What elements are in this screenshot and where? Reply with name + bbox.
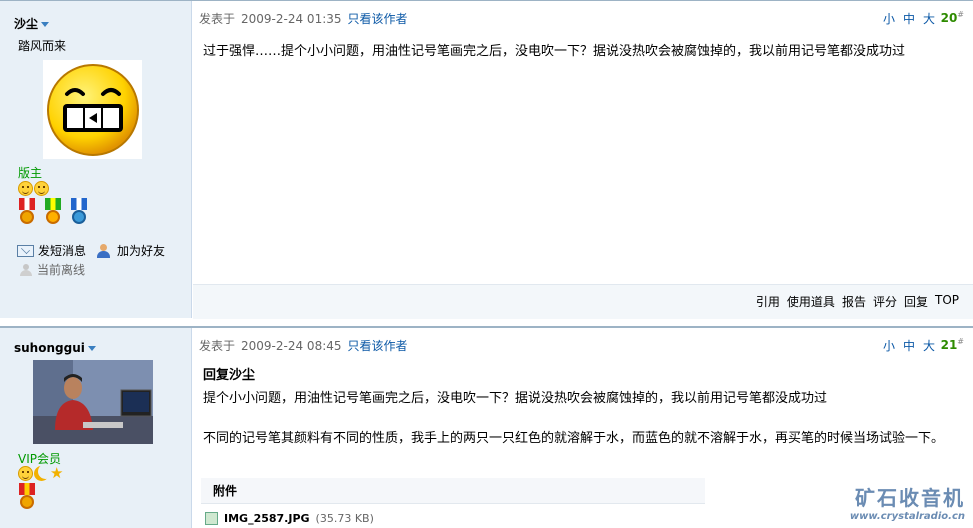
medals	[17, 483, 37, 513]
use-tool-link[interactable]: 使用道具	[787, 293, 835, 310]
quote-link[interactable]: 引用	[756, 293, 780, 310]
author-name[interactable]: 沙尘	[14, 15, 50, 32]
mail-icon	[17, 244, 34, 257]
attachment-name[interactable]: IMG_2587.JPG	[224, 512, 310, 525]
post-21: suhonggui VIP会员 ★ 发表于 2009-2-24 08:45 只看…	[0, 326, 973, 528]
post-content: 过于强悍……提个小小问题，用油性记号笔画完之后，没电吹一下？据说没热吹会被腐蚀掉…	[203, 44, 906, 59]
post-meta: 发表于 2009-2-24 08:45 只看该作者	[199, 339, 408, 353]
chevron-down-icon[interactable]	[87, 346, 96, 351]
user-rank: 版主	[18, 166, 43, 180]
custom-status: 踏风而来	[18, 39, 67, 53]
grinning-face-avatar	[46, 63, 139, 156]
add-friend-icon	[97, 243, 113, 258]
font-medium-link[interactable]: 中	[903, 10, 915, 27]
rate-link[interactable]: 评分	[873, 293, 897, 310]
offline-user-icon	[19, 263, 33, 277]
medal-icon	[43, 198, 63, 228]
font-large-link[interactable]: 大	[923, 337, 935, 354]
attachment-item[interactable]: IMG_2587.JPG (35.73 KB)	[201, 512, 705, 525]
sun-level-icon	[18, 466, 33, 481]
rank-stars: ★	[18, 466, 63, 481]
post-meta: 发表于 2009-2-24 01:35 只看该作者	[199, 12, 408, 26]
attachments-header: 附件	[201, 478, 705, 504]
post-body: 发表于 2009-2-24 01:35 只看该作者 小 中 大 20# 过于强悍………	[193, 1, 973, 319]
floor-number[interactable]: 21#	[941, 337, 964, 352]
star-level-icon: ★	[50, 464, 64, 482]
floor-number[interactable]: 20#	[941, 10, 964, 25]
add-friend-button[interactable]: 加为好友	[97, 242, 165, 259]
send-message-button[interactable]: 发短消息	[17, 242, 86, 259]
author-sidebar: 沙尘 踏风而来 版主 发短消息 加为好友 当前离线	[0, 1, 192, 318]
post-action-bar: 引用 使用道具 报告 评分 回复 TOP	[193, 284, 973, 319]
top-link[interactable]: TOP	[935, 293, 959, 310]
report-link[interactable]: 报告	[842, 293, 866, 310]
site-watermark: 矿石收音机 www.crystalradio.cn	[850, 482, 965, 522]
moon-level-icon	[34, 466, 49, 481]
attachment-size: (35.73 KB)	[315, 512, 374, 525]
post-content: 不同的记号笔其颜料有不同的性质，我手上的两只一只红色的就溶解于水，而蓝色的就不溶…	[203, 431, 945, 446]
reply-title: 回复沙尘	[203, 368, 256, 383]
font-size-switcher: 小 中 大	[883, 10, 935, 27]
user-photo-avatar	[33, 360, 153, 444]
medal-icon	[17, 483, 37, 513]
attachments: 附件 IMG_2587.JPG (35.73 KB)	[201, 478, 705, 525]
avatar[interactable]	[33, 360, 153, 444]
font-medium-link[interactable]: 中	[903, 337, 915, 354]
chevron-down-icon[interactable]	[41, 22, 50, 27]
sun-level-icon	[18, 181, 33, 196]
medals	[17, 198, 89, 228]
avatar[interactable]	[43, 60, 142, 159]
online-status: 当前离线	[19, 261, 85, 278]
quoted-text: 提个小小问题，用油性记号笔画完之后，没电吹一下？据说没热吹会被腐蚀掉的，我以前用…	[203, 391, 828, 406]
medal-icon	[69, 198, 89, 228]
only-author-link[interactable]: 只看该作者	[348, 339, 408, 353]
font-large-link[interactable]: 大	[923, 10, 935, 27]
watermark-title: 矿石收音机	[855, 486, 965, 510]
font-small-link[interactable]: 小	[883, 10, 895, 27]
author-name[interactable]: suhonggui	[14, 341, 96, 355]
post-date: 2009-2-24 08:45	[241, 339, 342, 353]
sun-level-icon	[34, 181, 49, 196]
rank-stars	[18, 181, 49, 196]
font-size-switcher: 小 中 大	[883, 337, 935, 354]
font-small-link[interactable]: 小	[883, 337, 895, 354]
image-file-icon	[205, 512, 218, 525]
author-sidebar: suhonggui VIP会员 ★	[0, 328, 192, 528]
medal-icon	[17, 198, 37, 228]
reply-link[interactable]: 回复	[904, 293, 928, 310]
watermark-url: www.crystalradio.cn	[849, 511, 965, 522]
post-date: 2009-2-24 01:35	[241, 12, 342, 26]
only-author-link[interactable]: 只看该作者	[348, 12, 408, 26]
post-20: 沙尘 踏风而来 版主 发短消息 加为好友 当前离线 发表于 2009-2-24 …	[0, 0, 973, 319]
